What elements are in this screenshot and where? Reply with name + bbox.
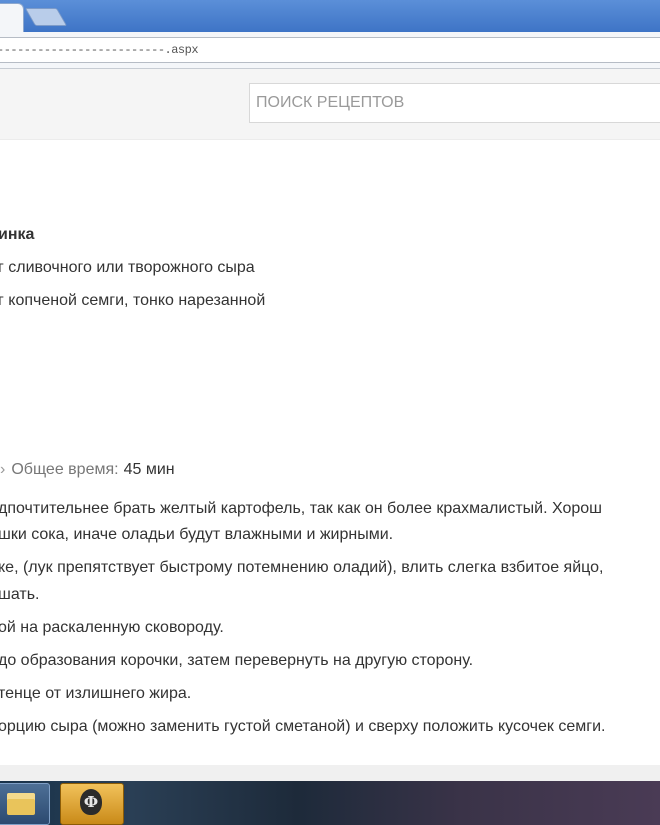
game-taskbar-button[interactable]: Ф — [60, 783, 124, 825]
step-line: дпочтительнее брать желтый картофель, та… — [0, 500, 602, 517]
page-footer-strip — [0, 765, 660, 781]
browser-tab[interactable]: × — [0, 3, 24, 33]
step-line: шки сока, иначе оладьи будут влажными и … — [0, 526, 394, 543]
chevron-right-icon: › — [0, 461, 6, 478]
world-of-tanks-icon: Ф — [80, 789, 102, 815]
recipe-search-input[interactable] — [249, 83, 660, 123]
total-time: › Общее время: 45 мин — [0, 461, 175, 479]
url-field[interactable]: -------------------------.aspx — [0, 37, 660, 63]
new-tab-button[interactable] — [24, 8, 68, 26]
step-line: шать. — [0, 586, 40, 603]
folder-icon — [7, 793, 35, 815]
ingredient-item: г сливочного или творожного сыра — [0, 259, 255, 276]
step-line: ке, (лук препятствует быстрому потемнени… — [0, 559, 604, 576]
step-line: орцию сыра (можно заменить густой сметан… — [0, 718, 606, 735]
total-time-label: Общее время: — [11, 461, 119, 478]
site-header — [0, 69, 660, 140]
ingredient-item: г копченой семги, тонко нарезанной — [0, 292, 266, 309]
explorer-taskbar-button[interactable] — [0, 783, 50, 825]
browser-tab-bar: × — [0, 0, 660, 33]
taskbar: Ф — [0, 781, 660, 825]
address-bar: -------------------------.aspx — [0, 32, 660, 69]
step-line: тенце от излишнего жира. — [0, 685, 192, 702]
step-line: ой на раскаленную сковороду. — [0, 619, 224, 636]
url-text: -------------------------.aspx — [0, 43, 199, 57]
ingredients-heading: инка — [0, 226, 35, 243]
total-time-value: 45 мин — [123, 461, 175, 478]
step-line: до образования корочки, затем перевернут… — [0, 652, 474, 669]
